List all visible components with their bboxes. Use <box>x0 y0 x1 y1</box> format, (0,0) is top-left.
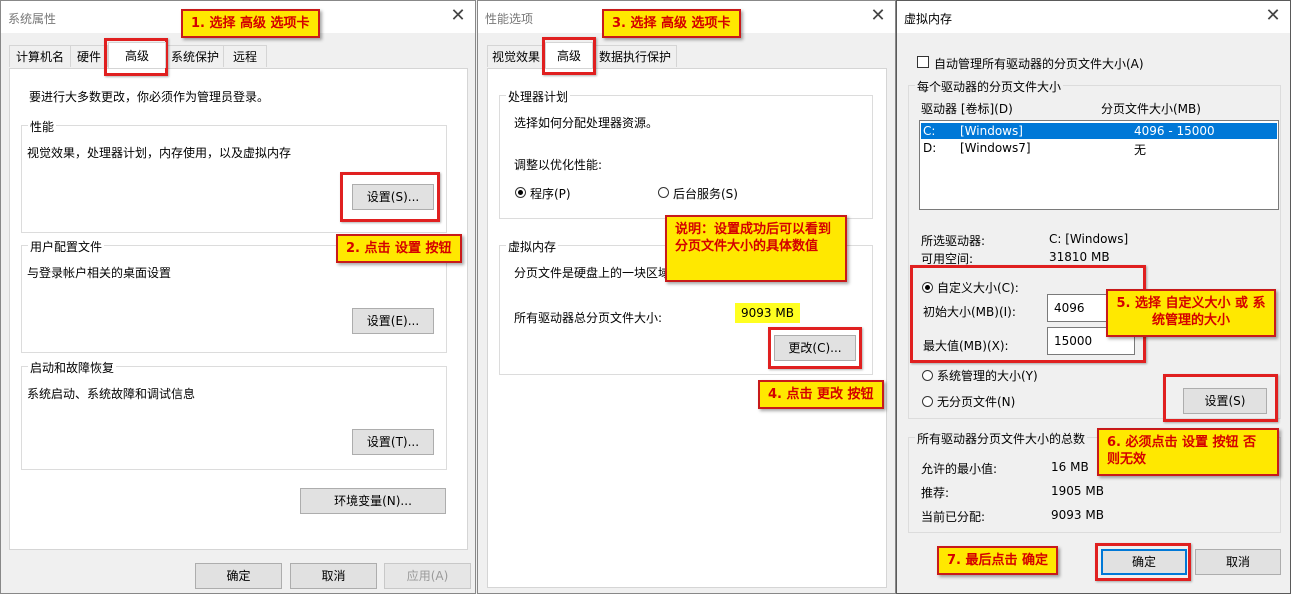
max-size-label: 最大值(MB)(X): <box>923 339 1009 353</box>
tab-remote[interactable]: 远程 <box>223 45 267 67</box>
tab-advanced[interactable]: 高级 <box>108 42 166 68</box>
system-properties-dialog: 系统属性 ✕ 计算机名 硬件 高级 系统保护 远程 要进行大多数更改，你必须作为… <box>0 0 476 594</box>
performance-group: 性能 视觉效果，处理器计划，内存使用，以及虚拟内存 设置(S)... <box>21 118 447 233</box>
set-button[interactable]: 设置(S) <box>1183 388 1267 414</box>
drive-label: [Windows7] <box>960 141 1031 155</box>
callout-step-5: 5. 选择 自定义大小 或 系统管理的大小 <box>1106 289 1276 337</box>
each-drive-group: 每个驱动器的分页文件大小 驱动器 [卷标](D) 分页文件大小(MB) C: [… <box>908 78 1281 419</box>
user-profiles-legend: 用户配置文件 <box>28 238 105 255</box>
tab-row: 计算机名 硬件 高级 系统保护 远程 <box>1 42 475 69</box>
processor-scheduling-legend: 处理器计划 <box>506 88 571 105</box>
tab-advanced[interactable]: 高级 <box>545 42 593 68</box>
user-profiles-settings-button[interactable]: 设置(E)... <box>352 308 434 334</box>
system-managed-label[interactable]: 系统管理的大小(Y) <box>937 367 1038 384</box>
drive-list[interactable]: C: [Windows] 4096 - 15000 D: [Windows7] … <box>919 120 1279 210</box>
drive-letter: D: <box>923 141 937 155</box>
window-title: 性能选项 <box>485 12 534 26</box>
column-header-size: 分页文件大小(MB) <box>1101 102 1201 116</box>
vm-ok-button[interactable]: 确定 <box>1101 549 1187 575</box>
close-icon[interactable]: ✕ <box>865 5 891 29</box>
total-paging-label: 所有驱动器总分页文件大小: <box>514 311 663 325</box>
totals-legend: 所有驱动器分页文件大小的总数 <box>915 430 1088 447</box>
system-managed-radio[interactable] <box>922 370 933 381</box>
initial-size-label: 初始大小(MB)(I): <box>923 305 1016 319</box>
admin-note: 要进行大多数更改，你必须作为管理员登录。 <box>29 90 270 104</box>
vm-cancel-button[interactable]: 取消 <box>1195 549 1281 575</box>
column-header-drive: 驱动器 [卷标](D) <box>921 102 1013 116</box>
table-row[interactable]: C: [Windows] 4096 - 15000 <box>920 123 1278 139</box>
tab-system-protection[interactable]: 系统保护 <box>166 45 224 67</box>
programs-label[interactable]: 程序(P) <box>530 185 571 202</box>
virtual-memory-desc: 分页文件是硬盘上的一块区域 <box>514 266 671 280</box>
drive-label: [Windows] <box>960 124 1023 138</box>
user-profiles-desc: 与登录帐户相关的桌面设置 <box>27 266 172 280</box>
callout-step-6: 6. 必须点击 设置 按钮 否则无效 <box>1097 428 1279 476</box>
selected-drive-value: C: [Windows] <box>1049 232 1129 246</box>
callout-step-3: 3. 选择 高级 选项卡 <box>602 9 741 38</box>
sys-ok-button[interactable]: 确定 <box>195 563 282 589</box>
auto-manage-checkbox[interactable] <box>917 56 929 68</box>
performance-settings-button[interactable]: 设置(S)... <box>352 184 434 210</box>
currently-allocated-value: 9093 MB <box>1051 508 1104 522</box>
adjust-label: 调整以优化性能: <box>514 158 603 172</box>
selected-drive-label: 所选驱动器: <box>921 234 986 248</box>
recommended-label: 推荐: <box>921 486 950 500</box>
free-space-value: 31810 MB <box>1049 250 1110 264</box>
drive-letter: C: <box>923 124 936 138</box>
window-title: 系统属性 <box>8 12 57 26</box>
callout-step-1: 1. 选择 高级 选项卡 <box>181 9 320 38</box>
custom-size-radio[interactable] <box>922 282 933 293</box>
sys-cancel-button[interactable]: 取消 <box>290 563 377 589</box>
callout-note: 说明：设置成功后可以看到分页文件大小的具体数值 <box>665 215 847 282</box>
background-services-label[interactable]: 后台服务(S) <box>673 185 738 202</box>
table-row[interactable]: D: [Windows7] 无 <box>920 140 1278 157</box>
callout-step-2: 2. 点击 设置 按钮 <box>336 234 462 263</box>
total-paging-value: 9093 MB <box>735 303 800 323</box>
tab-dep[interactable]: 数据执行保护 <box>593 45 677 67</box>
close-icon[interactable]: ✕ <box>1260 5 1286 29</box>
tab-row: 视觉效果 高级 数据执行保护 <box>478 42 895 69</box>
programs-radio[interactable] <box>515 187 526 198</box>
tab-visual-effects[interactable]: 视觉效果 <box>487 45 545 67</box>
startup-recovery-group: 启动和故障恢复 系统启动、系统故障和调试信息 设置(T)... <box>21 359 447 470</box>
tab-hardware[interactable]: 硬件 <box>70 45 108 67</box>
drive-size: 4096 - 15000 <box>1134 124 1215 138</box>
processor-scheduling-desc: 选择如何分配处理器资源。 <box>514 116 659 130</box>
drive-size: 无 <box>1134 143 1147 157</box>
advanced-panel: 处理器计划 选择如何分配处理器资源。 调整以优化性能: 程序(P) 后台服务(S… <box>487 68 887 588</box>
each-drive-legend: 每个驱动器的分页文件大小 <box>915 78 1064 95</box>
recommended-value: 1905 MB <box>1051 484 1104 498</box>
no-paging-file-label[interactable]: 无分页文件(N) <box>937 393 1015 410</box>
currently-allocated-label: 当前已分配: <box>921 510 986 524</box>
change-button[interactable]: 更改(C)... <box>774 335 856 361</box>
min-allowed-label: 允许的最小值: <box>921 462 998 476</box>
performance-legend: 性能 <box>28 118 57 135</box>
callout-step-4: 4. 点击 更改 按钮 <box>758 380 884 409</box>
min-allowed-value: 16 MB <box>1051 460 1089 474</box>
startup-recovery-settings-button[interactable]: 设置(T)... <box>352 429 434 455</box>
window-title: 虚拟内存 <box>904 12 953 26</box>
performance-options-dialog: 性能选项 ✕ 视觉效果 高级 数据执行保护 处理器计划 选择如何分配处理器资源。… <box>477 0 896 594</box>
background-services-radio[interactable] <box>658 187 669 198</box>
virtual-memory-legend: 虚拟内存 <box>506 238 559 255</box>
startup-recovery-desc: 系统启动、系统故障和调试信息 <box>27 387 196 401</box>
sys-apply-button[interactable]: 应用(A) <box>384 563 471 589</box>
performance-desc: 视觉效果，处理器计划，内存使用，以及虚拟内存 <box>27 146 292 160</box>
processor-scheduling-group: 处理器计划 选择如何分配处理器资源。 调整以优化性能: 程序(P) 后台服务(S… <box>499 88 873 219</box>
advanced-panel: 要进行大多数更改，你必须作为管理员登录。 性能 视觉效果，处理器计划，内存使用，… <box>9 68 468 550</box>
no-paging-file-radio[interactable] <box>922 396 933 407</box>
environment-variables-button[interactable]: 环境变量(N)... <box>300 488 446 514</box>
callout-step-7: 7. 最后点击 确定 <box>937 546 1059 575</box>
close-icon[interactable]: ✕ <box>445 5 471 29</box>
auto-manage-label[interactable]: 自动管理所有驱动器的分页文件大小(A) <box>934 55 1144 72</box>
title-bar: 虚拟内存 ✕ <box>897 1 1290 33</box>
custom-size-label[interactable]: 自定义大小(C): <box>937 279 1019 296</box>
free-space-label: 可用空间: <box>921 252 974 266</box>
startup-recovery-legend: 启动和故障恢复 <box>28 359 117 376</box>
tab-computer-name[interactable]: 计算机名 <box>9 45 71 67</box>
